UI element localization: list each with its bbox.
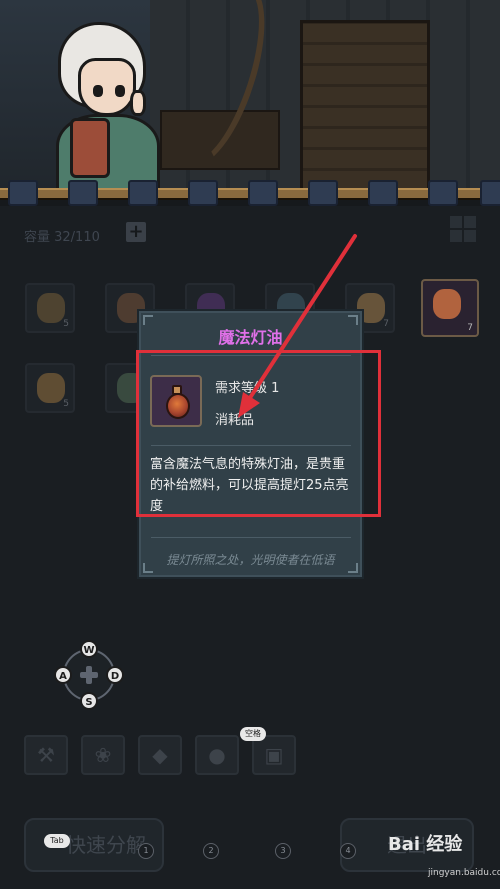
key-a[interactable]: A (54, 666, 72, 684)
merlon (128, 180, 158, 206)
key-d[interactable]: D (106, 666, 124, 684)
paw-icon: ❀ (94, 743, 112, 767)
item-flavor-text: 提灯所照之处，光明使者在低语 (166, 553, 335, 567)
baidu-watermark: Bai 经验 jingyan.baidu.com (388, 830, 500, 886)
inventory-capacity: 容量 32/110 (24, 230, 100, 245)
space-key-badge: 空格 (240, 727, 266, 741)
number-badge-3: 3 (275, 843, 291, 859)
wooden-door (300, 20, 430, 192)
merlon (368, 180, 398, 206)
character-ear (130, 90, 146, 116)
merlon (428, 180, 458, 206)
item-title: 魔法灯油 (218, 328, 283, 347)
key-w[interactable]: W (80, 640, 98, 658)
grid-cell (464, 216, 476, 228)
movement-dpad[interactable]: W A D S (54, 640, 124, 710)
item-count: 7 (467, 323, 473, 333)
tooltip-divider (151, 537, 351, 538)
key-icon (37, 373, 65, 403)
filter-tab[interactable]: ● (195, 735, 239, 775)
tab-key-badge: Tab (44, 834, 70, 848)
wall-battlement (0, 180, 500, 206)
grid-view-button[interactable] (450, 216, 476, 242)
magic-oil-icon (433, 289, 461, 319)
grid-cell (450, 216, 462, 228)
item-count: 5 (63, 399, 69, 409)
key-s[interactable]: S (80, 692, 98, 710)
plus-icon: + (128, 221, 144, 242)
item-count: 7 (383, 319, 389, 329)
merlon (308, 180, 338, 206)
jar-icon (37, 293, 65, 323)
number-badge-4: 4 (340, 843, 356, 859)
chest-icon: ▣ (264, 743, 284, 767)
inventory-slot[interactable]: 5 (25, 363, 75, 413)
dpad-cross-icon (80, 666, 98, 684)
character-scene (0, 0, 500, 192)
number-badge-2: 2 (203, 843, 219, 859)
character-eye-left (93, 85, 103, 97)
character-quiver (70, 118, 110, 178)
annotation-highlight-box (136, 350, 381, 517)
grid-cell (464, 230, 476, 242)
filter-tab[interactable]: ❀ (81, 735, 125, 775)
merlon (248, 180, 278, 206)
expand-capacity-button[interactable]: + (126, 222, 146, 242)
merlon (8, 180, 38, 206)
filter-tab[interactable]: ⚒ (24, 735, 68, 775)
filter-tab[interactable]: ◆ (138, 735, 182, 775)
potion-icon: ● (208, 743, 226, 767)
merlon (188, 180, 218, 206)
character-face (78, 58, 136, 116)
character-eye-right (115, 85, 125, 97)
inventory-slot[interactable]: 5 (25, 283, 75, 333)
merlon (480, 180, 500, 206)
gem-icon: ◆ (152, 743, 168, 767)
grid-cell (450, 230, 462, 242)
character-portrait (50, 10, 160, 192)
watermark-logo: Bai 经验 (388, 834, 463, 855)
number-badge-1: 1 (138, 843, 154, 859)
item-count: 5 (63, 319, 69, 329)
filter-tab[interactable]: ▣ (252, 735, 296, 775)
merlon (68, 180, 98, 206)
inventory-slot[interactable]: 7 (421, 279, 479, 337)
tools-icon: ⚒ (37, 743, 55, 767)
watermark-site: jingyan.baidu.com (428, 868, 500, 878)
